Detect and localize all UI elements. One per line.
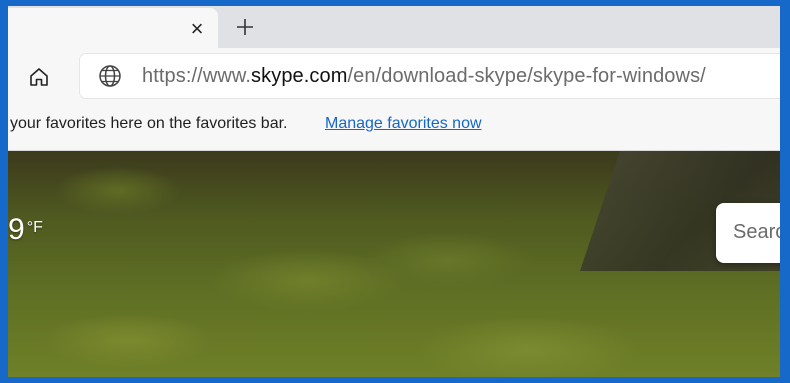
- home-icon: [30, 68, 48, 86]
- new-tab-page: 9°F Searc: [8, 151, 780, 377]
- home-button[interactable]: [24, 62, 54, 92]
- weather-temperature: 9: [8, 213, 25, 246]
- url-prefix: https://www.: [142, 65, 252, 87]
- weather-widget[interactable]: 9 °F: [8, 213, 43, 247]
- tab-strip: ×: [8, 6, 780, 48]
- browser-window: × https://www.skype.com/en/download-skyp…: [8, 6, 780, 377]
- url-domain: skype.com: [251, 65, 348, 87]
- favorites-bar-message: your favorites here on the favorites bar…: [10, 115, 288, 132]
- globe-icon[interactable]: [98, 64, 122, 88]
- close-tab-button[interactable]: ×: [184, 16, 210, 42]
- toolbar: https://www.skype.com/en/download-skype/…: [8, 48, 780, 104]
- search-placeholder: Searc: [733, 221, 780, 243]
- url-text[interactable]: https://www.skype.com/en/download-skype/…: [142, 65, 706, 88]
- address-bar[interactable]: https://www.skype.com/en/download-skype/…: [80, 54, 780, 98]
- favorites-bar: your favorites here on the favorites bar…: [8, 104, 780, 151]
- active-tab[interactable]: ×: [8, 8, 218, 48]
- url-path: /en/download-skype/skype-for-windows/: [347, 65, 706, 87]
- close-icon: ×: [190, 16, 204, 41]
- new-tab-button[interactable]: [228, 12, 262, 42]
- web-search-box[interactable]: Searc: [716, 203, 780, 263]
- manage-favorites-link[interactable]: Manage favorites now: [325, 115, 482, 133]
- weather-unit: °F: [26, 219, 43, 236]
- plus-icon: [237, 19, 253, 35]
